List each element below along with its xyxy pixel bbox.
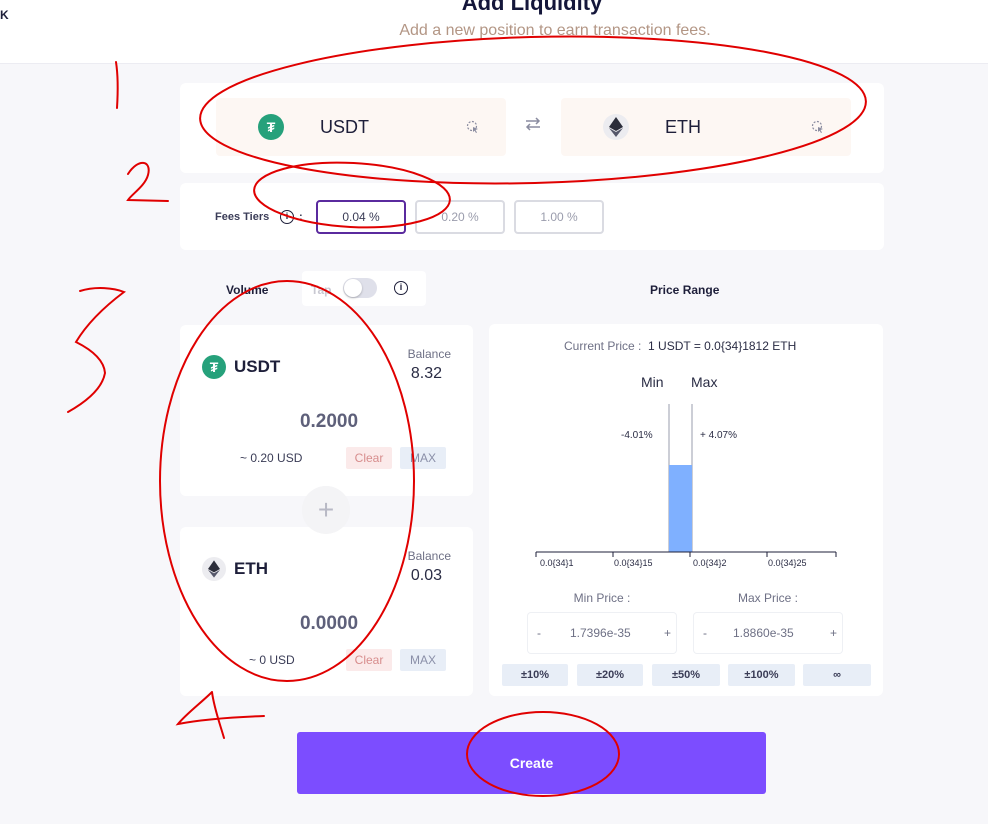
range-100-button[interactable]: ±100%	[728, 664, 795, 686]
eth-symbol: ETH	[234, 559, 268, 578]
tap-toggle[interactable]	[343, 278, 377, 298]
annotation-mark-4	[175, 691, 265, 739]
token-a-symbol: USDT	[320, 117, 369, 137]
range-50-button[interactable]: ±50%	[652, 664, 720, 686]
info-icon[interactable]: i	[280, 210, 294, 224]
min-price-input[interactable]: 1.7396e-35	[570, 626, 631, 640]
usdt-balance: 8.32	[410, 365, 442, 382]
min-price-stepper: - 1.7396e-35 +	[528, 613, 676, 653]
annotation-mark-3	[67, 287, 127, 413]
decrement-button[interactable]: -	[703, 626, 707, 640]
select-cursor-icon	[811, 120, 823, 133]
annotation-mark-2	[126, 161, 169, 202]
current-price: Current Price : 1 USDT = 0.0{34}1812 ETH	[564, 339, 797, 353]
clear-button[interactable]: Clear	[346, 649, 392, 671]
increment-button[interactable]: +	[664, 626, 671, 640]
range-full-button[interactable]: ∞	[803, 664, 871, 686]
tether-icon: ₮	[202, 355, 226, 379]
ethereum-icon	[603, 114, 629, 140]
max-button[interactable]: MAX	[400, 649, 446, 671]
token-a-selector[interactable]: ₮ USDT	[216, 98, 506, 156]
swap-arrows-icon[interactable]	[524, 116, 542, 137]
eth-usd-value: ~ 0 USD	[249, 653, 295, 667]
max-button[interactable]: MAX	[400, 447, 446, 469]
tick-label: 0.0{34}1	[540, 558, 574, 568]
volume-heading: Volume	[226, 283, 269, 297]
usdt-symbol: USDT	[234, 357, 281, 376]
balance-label: Balance	[407, 549, 451, 563]
page-subtitle: Add a new position to earn transaction f…	[399, 22, 711, 39]
max-label: Max	[691, 374, 718, 390]
create-button[interactable]: Create	[297, 732, 766, 794]
clear-button[interactable]: Clear	[346, 447, 392, 469]
liquidity-bar	[669, 465, 692, 552]
token-b-symbol: ETH	[665, 117, 701, 137]
fee-tier-option[interactable]: 0.20 %	[415, 200, 505, 234]
range-20-button[interactable]: ±20%	[577, 664, 643, 686]
range-10-button[interactable]: ±10%	[502, 664, 568, 686]
token-b-selector[interactable]: ETH	[561, 98, 851, 156]
fee-tier-option[interactable]: 0.04 %	[316, 200, 406, 234]
eth-balance: 0.03	[410, 567, 442, 584]
max-price-stepper: - 1.8860e-35 +	[694, 613, 842, 653]
fee-tier-option[interactable]: 1.00 %	[514, 200, 604, 234]
plus-icon: +	[302, 486, 350, 534]
ethereum-icon	[202, 557, 226, 581]
select-cursor-icon	[466, 120, 478, 133]
usdt-usd-value: ~ 0.20 USD	[240, 451, 303, 465]
eth-amount-input[interactable]: 0.0000	[180, 613, 478, 635]
tick-label: 0.0{34}2	[693, 558, 727, 568]
max-price-label: Max Price :	[737, 591, 798, 605]
price-range-chart	[535, 404, 837, 557]
price-range-heading: Price Range	[650, 283, 720, 297]
info-icon[interactable]: i	[394, 281, 408, 295]
tether-icon: ₮	[258, 114, 284, 140]
tap-label: Tap	[311, 283, 332, 297]
max-price-input[interactable]: 1.8860e-35	[733, 626, 794, 640]
decrement-button[interactable]: -	[537, 626, 541, 640]
usdt-amount-input[interactable]: 0.2000	[180, 411, 478, 433]
balance-label: Balance	[407, 347, 451, 361]
page-title: Add Liquidity	[461, 0, 603, 15]
min-price-label: Min Price :	[573, 591, 631, 605]
tap-toggle-group: Tap i	[302, 271, 426, 306]
fees-colon: :	[299, 211, 303, 223]
annotation-mark-1	[115, 61, 119, 109]
increment-button[interactable]: +	[830, 626, 837, 640]
tick-label: 0.0{34}15	[614, 558, 653, 568]
tick-label: 0.0{34}25	[768, 558, 807, 568]
min-label: Min	[641, 374, 664, 390]
fees-tiers-label: Fees Tiers	[215, 211, 270, 223]
